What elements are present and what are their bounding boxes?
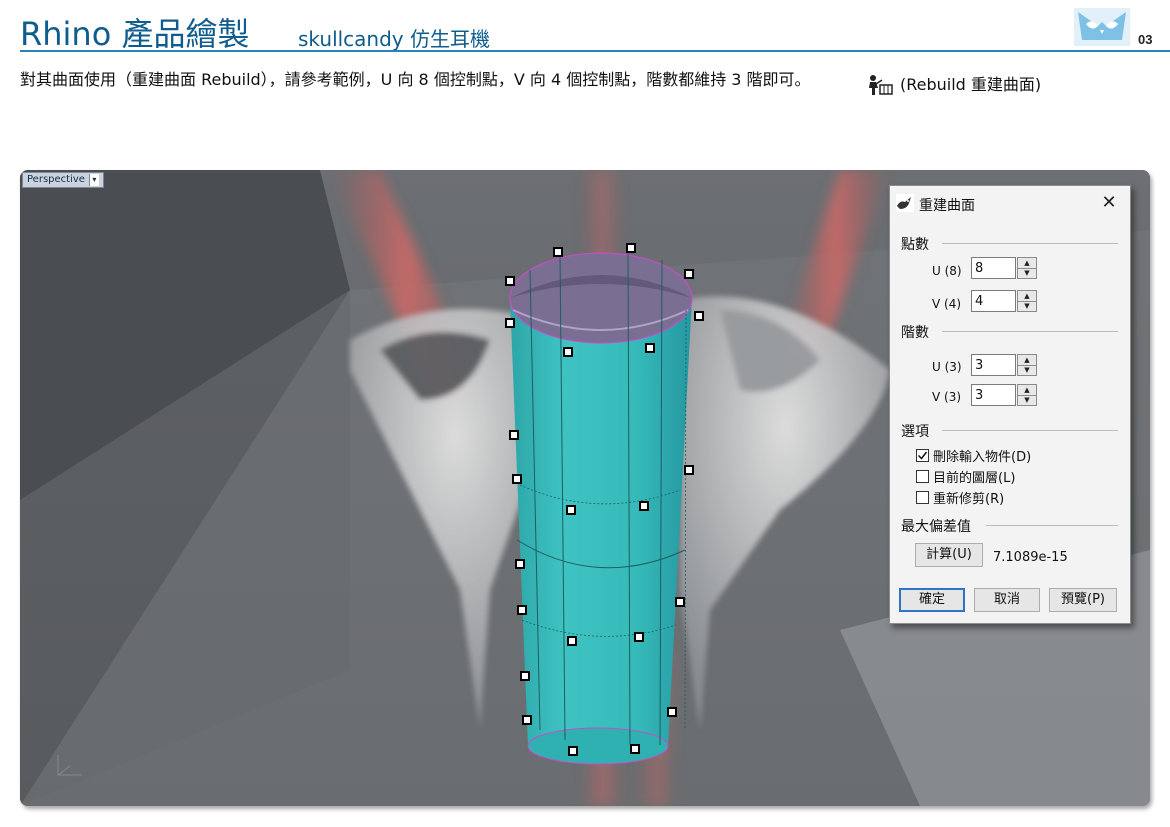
- section-divider: [942, 243, 1118, 244]
- v-degree-stepper[interactable]: 3 ▲ ▼: [971, 384, 1039, 408]
- retrim-checkbox[interactable]: 重新修剪(R): [916, 488, 1004, 507]
- section-divider: [942, 430, 1118, 431]
- owl-logo-icon: [1074, 8, 1130, 46]
- page-header: Rhino 產品繪製 skullcandy 仿生耳機 03: [0, 0, 1170, 56]
- deviation-section-label: 最大偏差值: [901, 519, 971, 535]
- header-divider: [20, 50, 1170, 52]
- viewport-tab-label: Perspective: [27, 174, 85, 185]
- rhino-app-icon: [896, 194, 914, 212]
- degree-section-label: 階數: [901, 325, 929, 341]
- v-points-input[interactable]: 4: [971, 290, 1016, 312]
- u-degree-input[interactable]: 3: [971, 354, 1016, 376]
- viewport-tab-perspective[interactable]: Perspective ▾: [22, 172, 104, 188]
- u-points-input[interactable]: 8: [971, 257, 1016, 279]
- viewport-menu-arrow-icon[interactable]: ▾: [88, 174, 99, 186]
- ok-button[interactable]: 確定: [899, 588, 965, 612]
- dialog-title: 重建曲面: [919, 198, 975, 214]
- u-points-stepper[interactable]: 8 ▲ ▼: [971, 257, 1039, 281]
- options-section-label: 選項: [901, 424, 929, 440]
- spin-down-icon[interactable]: ▼: [1018, 301, 1036, 311]
- checkbox-icon[interactable]: [916, 470, 929, 483]
- rebuild-surface-icon: [869, 75, 893, 95]
- v-degree-label: V (3): [932, 390, 962, 404]
- preview-button[interactable]: 預覽(P): [1049, 588, 1117, 612]
- u-degree-stepper[interactable]: 3 ▲ ▼: [971, 354, 1039, 378]
- calculate-button[interactable]: 計算(U): [915, 543, 983, 567]
- deviation-value: 7.1089e-15: [993, 550, 1068, 565]
- spin-down-icon[interactable]: ▼: [1018, 365, 1036, 375]
- instruction-text: 對其曲面使用（重建曲面 Rebuild），請參考範例，U 向 8 個控制點，V …: [20, 70, 811, 89]
- u-points-label: U (8): [932, 264, 962, 278]
- current-layer-checkbox[interactable]: 目前的圖層(L): [916, 467, 1015, 486]
- current-layer-label: 目前的圖層(L): [933, 471, 1016, 486]
- v-degree-input[interactable]: 3: [971, 384, 1016, 406]
- spin-down-icon[interactable]: ▼: [1018, 268, 1036, 278]
- delete-input-checkbox[interactable]: 刪除輸入物件(D): [916, 446, 1031, 465]
- page-number: 03: [1138, 32, 1153, 47]
- cancel-button[interactable]: 取消: [974, 588, 1040, 612]
- page-title: Rhino 產品繪製: [20, 15, 250, 53]
- page-subtitle: skullcandy 仿生耳機: [298, 27, 490, 51]
- section-divider: [942, 331, 1118, 332]
- u-degree-label: U (3): [932, 360, 962, 374]
- rebuild-hint-label: (Rebuild 重建曲面): [900, 75, 1042, 94]
- v-points-stepper[interactable]: 4 ▲ ▼: [971, 290, 1039, 314]
- spin-down-icon[interactable]: ▼: [1018, 395, 1036, 405]
- close-icon[interactable]: ✕: [1098, 192, 1120, 214]
- rebuild-hint: (Rebuild 重建曲面): [866, 74, 1041, 96]
- rebuild-surface-dialog: 重建曲面 ✕ 點數 U (8) 8 ▲ ▼ V (4) 4 ▲ ▼ 階數 U (…: [889, 185, 1131, 624]
- v-points-label: V (4): [932, 297, 962, 311]
- checkbox-checked-icon[interactable]: [916, 449, 929, 462]
- dialog-titlebar: 重建曲面 ✕: [890, 186, 1130, 220]
- retrim-label: 重新修剪(R): [933, 492, 1005, 507]
- checkbox-icon[interactable]: [916, 491, 929, 504]
- section-divider: [986, 525, 1118, 526]
- delete-input-label: 刪除輸入物件(D): [933, 450, 1032, 465]
- points-section-label: 點數: [901, 237, 929, 253]
